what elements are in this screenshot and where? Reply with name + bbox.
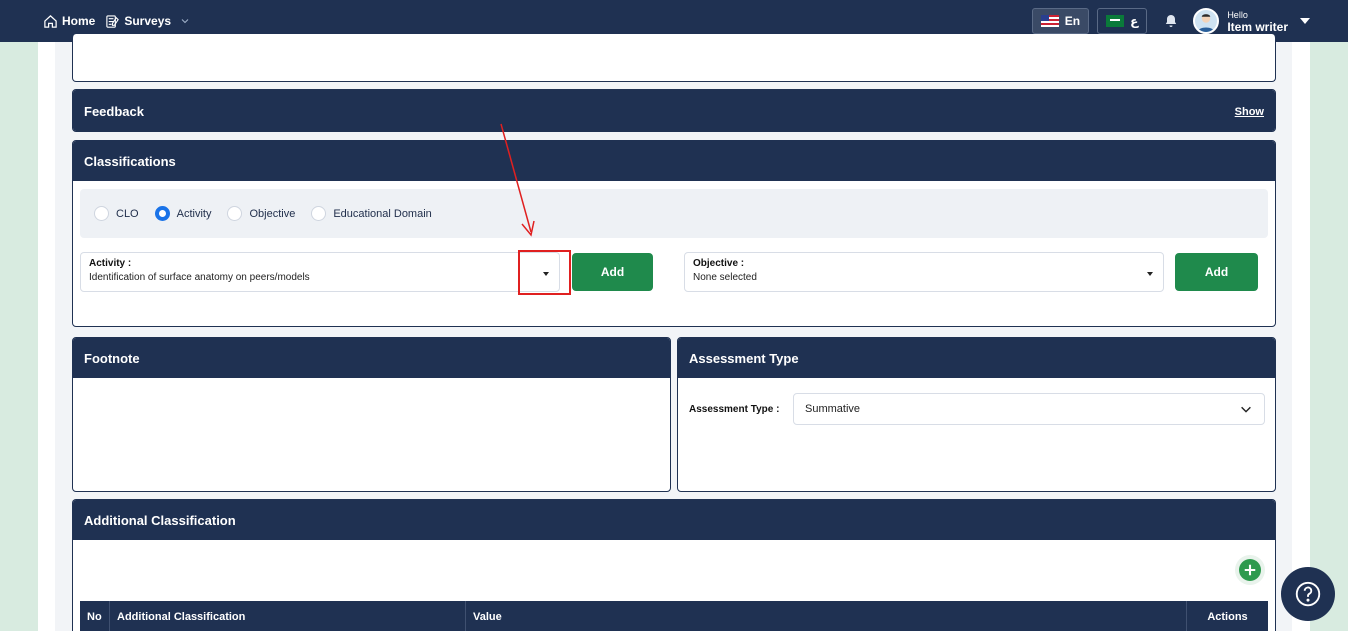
nav-surveys[interactable]: Surveys	[105, 14, 191, 29]
activity-select-label: Activity :	[89, 258, 132, 269]
col-actions: Actions	[1207, 611, 1248, 623]
radio-objective-label: Objective	[249, 207, 296, 220]
footnote-title: Footnote	[84, 350, 140, 366]
radio-objective-dot[interactable]	[227, 206, 243, 221]
nav-home[interactable]: Home	[43, 14, 95, 29]
add-activity-button[interactable]: Add	[572, 253, 653, 291]
previous-section-card	[72, 34, 1276, 82]
radio-clo-dot[interactable]	[94, 206, 109, 221]
nav-right: En ع Hello Item writer	[1031, 8, 1348, 34]
bell-icon[interactable]	[1163, 13, 1179, 29]
lang-ar-label: ع	[1130, 14, 1139, 28]
additional-classification-header: Additional Classification	[73, 500, 1275, 540]
radio-clo[interactable]: CLO	[94, 206, 139, 221]
nav-left: Home Surveys	[0, 14, 191, 29]
additional-classification-card: Additional Classification No Additional …	[72, 499, 1276, 631]
radio-educational-domain-dot[interactable]	[311, 206, 327, 221]
activity-select[interactable]: Activity : Identification of surface ana…	[80, 252, 560, 292]
col-value: Value	[466, 601, 1187, 631]
footnote-card: Footnote	[72, 337, 671, 492]
radio-activity[interactable]: Activity	[154, 206, 212, 221]
user-role: Item writer	[1227, 20, 1288, 34]
objective-select-value: None selected	[693, 272, 757, 283]
radio-clo-label: CLO	[116, 207, 139, 220]
add-classification-button[interactable]	[1235, 555, 1265, 585]
classifications-title: Classifications	[84, 153, 176, 169]
saudi-flag-icon	[1106, 15, 1125, 27]
chevron-down-icon	[181, 19, 189, 24]
caret-down-icon[interactable]	[1300, 18, 1310, 24]
chevron-down-icon	[1241, 406, 1251, 413]
add-objective-button[interactable]: Add	[1175, 253, 1258, 291]
feedback-title: Feedback	[84, 104, 144, 119]
question-icon	[1295, 581, 1321, 607]
classifications-card: Classifications CLO Activity Objective E…	[72, 140, 1276, 327]
nav-surveys-label: Surveys	[124, 14, 172, 28]
assessment-type-header: Assessment Type	[678, 338, 1275, 378]
plus-icon	[1239, 559, 1261, 581]
lang-en-button[interactable]: En	[1031, 8, 1090, 34]
highlight-box	[518, 250, 571, 295]
assessment-type-title: Assessment Type	[689, 350, 799, 366]
lang-ar-button[interactable]: ع	[1097, 8, 1148, 34]
user-avatar[interactable]	[1193, 8, 1220, 34]
classifications-header: Classifications	[73, 141, 1275, 181]
feedback-show-link[interactable]: Show	[1235, 106, 1264, 118]
radio-activity-dot[interactable]	[154, 206, 170, 221]
footnote-header: Footnote	[73, 338, 670, 378]
col-additional-classification: Additional Classification	[110, 601, 466, 631]
survey-icon	[106, 14, 120, 28]
nav-home-label: Home	[62, 14, 96, 28]
assessment-type-row: Assessment Type : Summative	[689, 393, 1265, 425]
radio-activity-label: Activity	[176, 207, 212, 220]
user-info[interactable]: Hello Item writer	[1227, 9, 1288, 33]
objective-select[interactable]: Objective : None selected	[684, 252, 1164, 292]
lang-en-label: En	[1064, 14, 1081, 28]
main-content: Feedback Show Classifications CLO Activi…	[38, 34, 1310, 631]
additional-classification-title: Additional Classification	[84, 512, 236, 528]
assessment-type-value: Summative	[805, 403, 861, 415]
assessment-type-select[interactable]: Summative	[793, 393, 1265, 425]
additional-classification-table-header: No Additional Classification Value Actio…	[80, 601, 1268, 631]
assessment-type-label: Assessment Type :	[689, 403, 780, 415]
feedback-header: Feedback Show	[73, 90, 1275, 131]
radio-educational-domain-label: Educational Domain	[333, 207, 432, 220]
col-no: No	[80, 601, 110, 631]
user-avatar-icon	[1197, 14, 1215, 32]
assessment-type-card: Assessment Type Assessment Type : Summat…	[677, 337, 1276, 492]
feedback-card: Feedback Show	[72, 89, 1276, 132]
objective-select-label: Objective :	[693, 258, 745, 269]
radio-educational-domain[interactable]: Educational Domain	[311, 206, 432, 221]
help-button[interactable]	[1281, 567, 1335, 621]
footnote-editor[interactable]	[73, 378, 670, 491]
objective-caret-down-icon[interactable]	[1147, 272, 1153, 276]
activity-select-value: Identification of surface anatomy on pee…	[89, 272, 310, 283]
home-icon	[44, 14, 57, 28]
us-flag-icon	[1040, 15, 1059, 27]
radio-objective[interactable]: Objective	[227, 206, 295, 221]
classification-type-radios: CLO Activity Objective Educational Domai…	[80, 189, 1268, 238]
